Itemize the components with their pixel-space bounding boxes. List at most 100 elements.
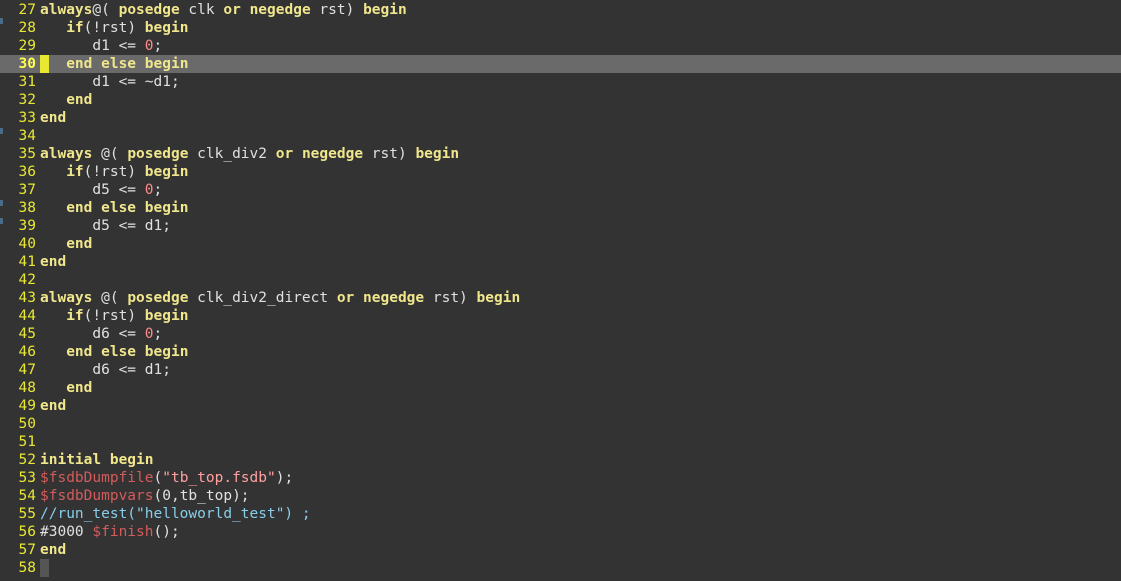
code-line[interactable]: 48 end: [0, 379, 1121, 397]
code-line[interactable]: 47 d6 <= d1;: [0, 361, 1121, 379]
code-line[interactable]: 36 if(!rst) begin: [0, 163, 1121, 181]
code-token: (!rst): [83, 164, 145, 180]
code-line[interactable]: 32 end: [0, 91, 1121, 109]
code-line[interactable]: 55//run_test("helloworld_test") ;: [0, 505, 1121, 523]
code-token: begin: [144, 164, 189, 180]
code-text: initial begin: [40, 451, 154, 469]
code-text: $fsdbDumpvars(0,tb_top);: [40, 487, 250, 505]
code-text: d5 <= d1;: [40, 217, 171, 235]
code-token: always: [40, 2, 93, 18]
code-token: @(: [92, 290, 128, 306]
code-line[interactable]: 52 initial begin: [0, 451, 1121, 469]
code-line[interactable]: 31 d1 <= ~d1;: [0, 73, 1121, 91]
code-line[interactable]: 28 if(!rst) begin: [0, 19, 1121, 37]
code-text: always @( posedge clk_div2 or negedge rs…: [40, 145, 459, 163]
code-text: end: [40, 235, 92, 253]
code-line[interactable]: 51: [0, 433, 1121, 451]
code-text: d6 <= 0;: [40, 325, 162, 343]
window-edge-mark: [0, 128, 3, 134]
code-line[interactable]: 41 end: [0, 253, 1121, 271]
code-line[interactable]: 49 end: [0, 397, 1121, 415]
code-token: posedge: [127, 146, 189, 162]
text-cursor: [40, 55, 49, 73]
code-line[interactable]: 37 d5 <= 0;: [0, 181, 1121, 199]
code-line[interactable]: 27 always@( posedge clk or negedge rst) b…: [0, 1, 1121, 19]
line-number: 36: [18, 164, 36, 180]
code-text: d1 <= ~d1;: [40, 73, 179, 91]
code-token: end else begin: [66, 200, 189, 216]
code-line[interactable]: 33 end: [0, 109, 1121, 127]
code-editor[interactable]: 27 always@( posedge clk or negedge rst) b…: [0, 0, 1121, 581]
code-text: #3000 $finish();: [40, 523, 180, 541]
code-token: or: [336, 290, 355, 306]
line-number: 43: [18, 290, 36, 306]
code-line[interactable]: 40 end: [0, 235, 1121, 253]
code-token: begin: [415, 146, 460, 162]
code-line[interactable]: 43 always @( posedge clk_div2_direct or n…: [0, 289, 1121, 307]
code-token: end: [66, 236, 93, 252]
code-token: rst): [310, 2, 364, 18]
code-line[interactable]: 29 d1 <= 0;: [0, 37, 1121, 55]
code-token: clk_div2: [188, 146, 276, 162]
code-text: $fsdbDumpfile("tb_top.fsdb");: [40, 469, 293, 487]
code-token: end: [40, 398, 67, 414]
code-token: (!rst): [83, 308, 145, 324]
code-line[interactable]: 30 end else begin: [0, 55, 1121, 73]
line-number: 50: [18, 416, 36, 432]
code-token: @(: [92, 2, 119, 18]
code-line[interactable]: 50: [0, 415, 1121, 433]
code-text: end else begin: [40, 55, 188, 73]
code-line[interactable]: 46 end else begin: [0, 343, 1121, 361]
code-line[interactable]: 35 always @( posedge clk_div2 or negedge …: [0, 145, 1121, 163]
code-text: if(!rst) begin: [40, 19, 188, 37]
code-token: initial begin: [40, 452, 154, 468]
code-token: d6 <=: [40, 326, 145, 342]
code-line[interactable]: 56 #3000 $finish();: [0, 523, 1121, 541]
code-line[interactable]: 34: [0, 127, 1121, 145]
code-line[interactable]: 45 d6 <= 0;: [0, 325, 1121, 343]
code-text: always@( posedge clk or negedge rst) beg…: [40, 1, 407, 19]
code-text: always @( posedge clk_div2_direct or neg…: [40, 289, 520, 307]
line-number: 34: [18, 128, 36, 144]
line-number: 49: [18, 398, 36, 414]
code-line[interactable]: 42: [0, 271, 1121, 289]
code-token: posedge: [127, 290, 189, 306]
code-token: (: [153, 470, 163, 486]
code-token: ;: [153, 38, 163, 54]
code-token: $fsdbDumpfile: [40, 470, 154, 486]
line-number: 48: [18, 380, 36, 396]
code-text: d1 <= 0;: [40, 37, 162, 55]
code-line[interactable]: 38 end else begin: [0, 199, 1121, 217]
code-line[interactable]: 58: [0, 559, 1121, 577]
code-token: rst): [424, 290, 477, 306]
line-number: 52: [18, 452, 36, 468]
code-text: d5 <= 0;: [40, 181, 162, 199]
code-token: d6 <= d1;: [40, 362, 171, 378]
line-number: 35: [18, 146, 36, 162]
code-token: (!rst): [83, 20, 145, 36]
code-token: always: [40, 146, 93, 162]
code-line[interactable]: 39 d5 <= d1;: [0, 217, 1121, 235]
code-text: end: [40, 91, 92, 109]
code-token: "tb_top.fsdb": [162, 470, 276, 486]
code-token: clk_div2_direct: [188, 290, 337, 306]
code-token: if: [66, 20, 84, 36]
code-token: );: [275, 470, 294, 486]
line-number: 31: [18, 74, 36, 90]
code-token: 0: [144, 326, 154, 342]
code-line[interactable]: 44 if(!rst) begin: [0, 307, 1121, 325]
code-line[interactable]: 57 end: [0, 541, 1121, 559]
code-line[interactable]: 54 $fsdbDumpvars(0,tb_top);: [0, 487, 1121, 505]
code-text: end else begin: [40, 199, 188, 217]
window-edge-mark: [0, 218, 3, 224]
code-line[interactable]: 53 $fsdbDumpfile("tb_top.fsdb");: [0, 469, 1121, 487]
code-token: negedge: [363, 290, 425, 306]
code-text: end: [40, 541, 66, 559]
